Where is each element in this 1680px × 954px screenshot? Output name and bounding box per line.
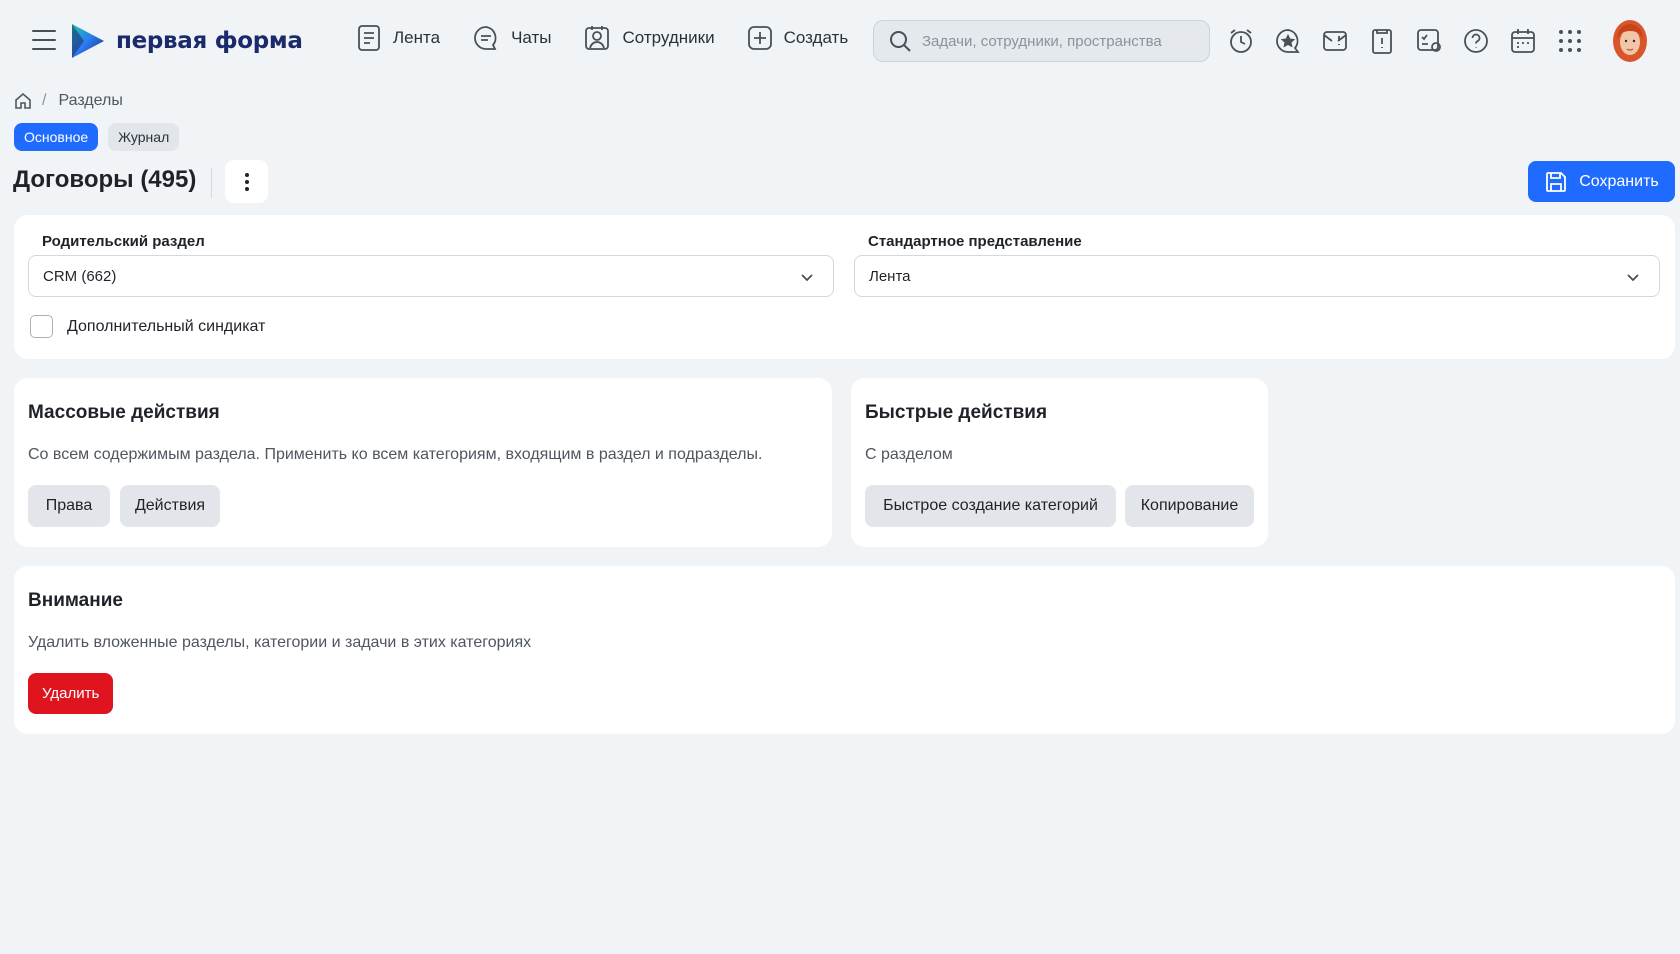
- parent-section-select[interactable]: CRM (662): [28, 255, 834, 297]
- chevron-down-icon: [1627, 274, 1639, 282]
- delete-button[interactable]: Удалить: [28, 673, 114, 714]
- top-bar: первая форма Лента Чаты Сотрудники Созда…: [0, 0, 1680, 82]
- mass-actions-card: Массовые действия Со всем содержимым раз…: [14, 378, 832, 547]
- more-vertical-icon: [244, 172, 249, 191]
- page-title: Договоры (495): [13, 166, 197, 193]
- parent-section-label: Родительский раздел: [42, 233, 205, 250]
- feed-icon: [358, 25, 380, 51]
- employees-icon: [585, 26, 610, 50]
- avatar[interactable]: [1613, 20, 1647, 62]
- nav-label: Сотрудники: [622, 28, 715, 47]
- calendar-icon[interactable]: [1508, 26, 1538, 56]
- syndicate-checkbox[interactable]: [30, 315, 53, 338]
- search-input[interactable]: [922, 32, 1192, 50]
- more-options-button[interactable]: [225, 160, 268, 203]
- quick-actions-title: Быстрые действия: [865, 402, 1048, 423]
- save-label: Сохранить: [1579, 172, 1659, 190]
- breadcrumb-item-sections[interactable]: Разделы: [58, 92, 122, 110]
- quick-create-categories-button[interactable]: Быстрое создание категорий: [865, 485, 1116, 527]
- mass-actions-title: Массовые действия: [28, 402, 220, 423]
- chevron-down-icon: [801, 274, 813, 282]
- nav-label: Чаты: [511, 28, 552, 47]
- mail-alert-icon[interactable]: [1320, 26, 1350, 56]
- nav-item-chats[interactable]: Чаты: [472, 24, 551, 52]
- menu-icon[interactable]: [32, 30, 56, 52]
- breadcrumb-separator: /: [42, 92, 47, 109]
- search-icon: [890, 31, 911, 52]
- star-chat-icon[interactable]: [1273, 26, 1303, 56]
- nav-item-feed[interactable]: Лента: [356, 24, 440, 52]
- syndicate-label: Дополнительный синдикат: [67, 318, 266, 335]
- tabs: Основное Журнал: [14, 123, 189, 151]
- nav-item-employees[interactable]: Сотрудники: [583, 24, 715, 52]
- title-divider: [211, 168, 212, 198]
- tab-journal[interactable]: Журнал: [108, 123, 180, 151]
- search-box[interactable]: [873, 20, 1210, 62]
- logo-text: первая форма: [116, 28, 303, 54]
- mass-actions-description: Со всем содержимым раздела. Применить ко…: [28, 446, 763, 463]
- nav-item-create[interactable]: Создать: [747, 25, 849, 51]
- copy-button[interactable]: Копирование: [1125, 485, 1254, 527]
- warning-card: Внимание Удалить вложенные разделы, кате…: [14, 566, 1675, 734]
- actions-button[interactable]: Действия: [120, 485, 220, 527]
- tab-main[interactable]: Основное: [14, 123, 99, 151]
- section-settings-card: Родительский раздел CRM (662) Стандартно…: [14, 215, 1675, 359]
- important-doc-icon[interactable]: [1367, 26, 1397, 56]
- warning-title: Внимание: [28, 590, 123, 611]
- home-icon[interactable]: [14, 92, 32, 110]
- tasks-settings-icon[interactable]: [1414, 26, 1444, 56]
- help-icon[interactable]: [1461, 26, 1491, 56]
- quick-actions-description: С разделом: [865, 446, 953, 463]
- nav-label: Создать: [783, 28, 849, 47]
- main-nav: Лента Чаты Сотрудники Создать: [356, 24, 880, 52]
- default-view-select[interactable]: Лента: [854, 255, 1660, 297]
- alarm-clock-icon[interactable]: [1226, 26, 1256, 56]
- plus-square-icon: [747, 26, 772, 50]
- warning-description: Удалить вложенные разделы, категории и з…: [28, 634, 532, 651]
- chat-icon: [474, 26, 497, 50]
- default-view-value: Лента: [869, 267, 911, 285]
- breadcrumb: / Разделы: [14, 92, 123, 110]
- save-button[interactable]: Сохранить: [1528, 161, 1675, 202]
- save-icon: [1546, 171, 1567, 192]
- default-view-label: Стандартное представление: [868, 233, 1082, 250]
- rights-button[interactable]: Права: [28, 485, 110, 527]
- toolbar-icons: [1226, 26, 1602, 56]
- logo[interactable]: первая форма: [70, 22, 303, 60]
- logo-icon: [72, 24, 104, 58]
- parent-section-value: CRM (662): [43, 267, 117, 285]
- apps-grid-icon[interactable]: [1555, 26, 1585, 56]
- quick-actions-card: Быстрые действия С разделом Быстрое созд…: [851, 378, 1268, 547]
- nav-label: Лента: [393, 28, 441, 47]
